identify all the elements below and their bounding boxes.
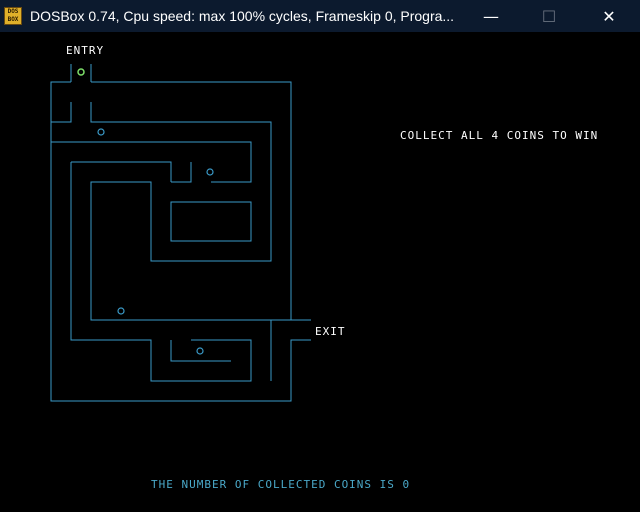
wall [70,162,252,382]
dosbox-icon[interactable]: DOS BOX [4,7,22,25]
player-marker [77,68,85,76]
wall [91,81,311,321]
title-bar: DOS BOX DOSBox 0.74, Cpu speed: max 100% … [0,0,640,32]
coin [206,168,214,176]
minimize-button[interactable]: — [468,0,514,32]
wall [171,162,192,183]
coin [97,128,105,136]
wall [170,340,231,362]
game-screen[interactable]: ENTRY EXIT COLLECT ALL 4 COINS TO WIN TH… [0,32,640,512]
maze [50,64,311,402]
maximize-icon: ☐ [541,6,557,26]
wall [71,161,172,182]
minimize-icon: — [483,6,499,26]
maximize-button[interactable]: ☐ [526,0,572,32]
maze-walls [50,64,311,402]
wall [90,102,291,321]
close-icon: ✕ [602,6,616,26]
wall [170,201,252,242]
wall [51,102,72,123]
close-button[interactable]: ✕ [586,0,632,32]
coin [117,307,125,315]
window-title: DOSBox 0.74, Cpu speed: max 100% cycles,… [30,8,455,24]
coin [196,347,204,355]
